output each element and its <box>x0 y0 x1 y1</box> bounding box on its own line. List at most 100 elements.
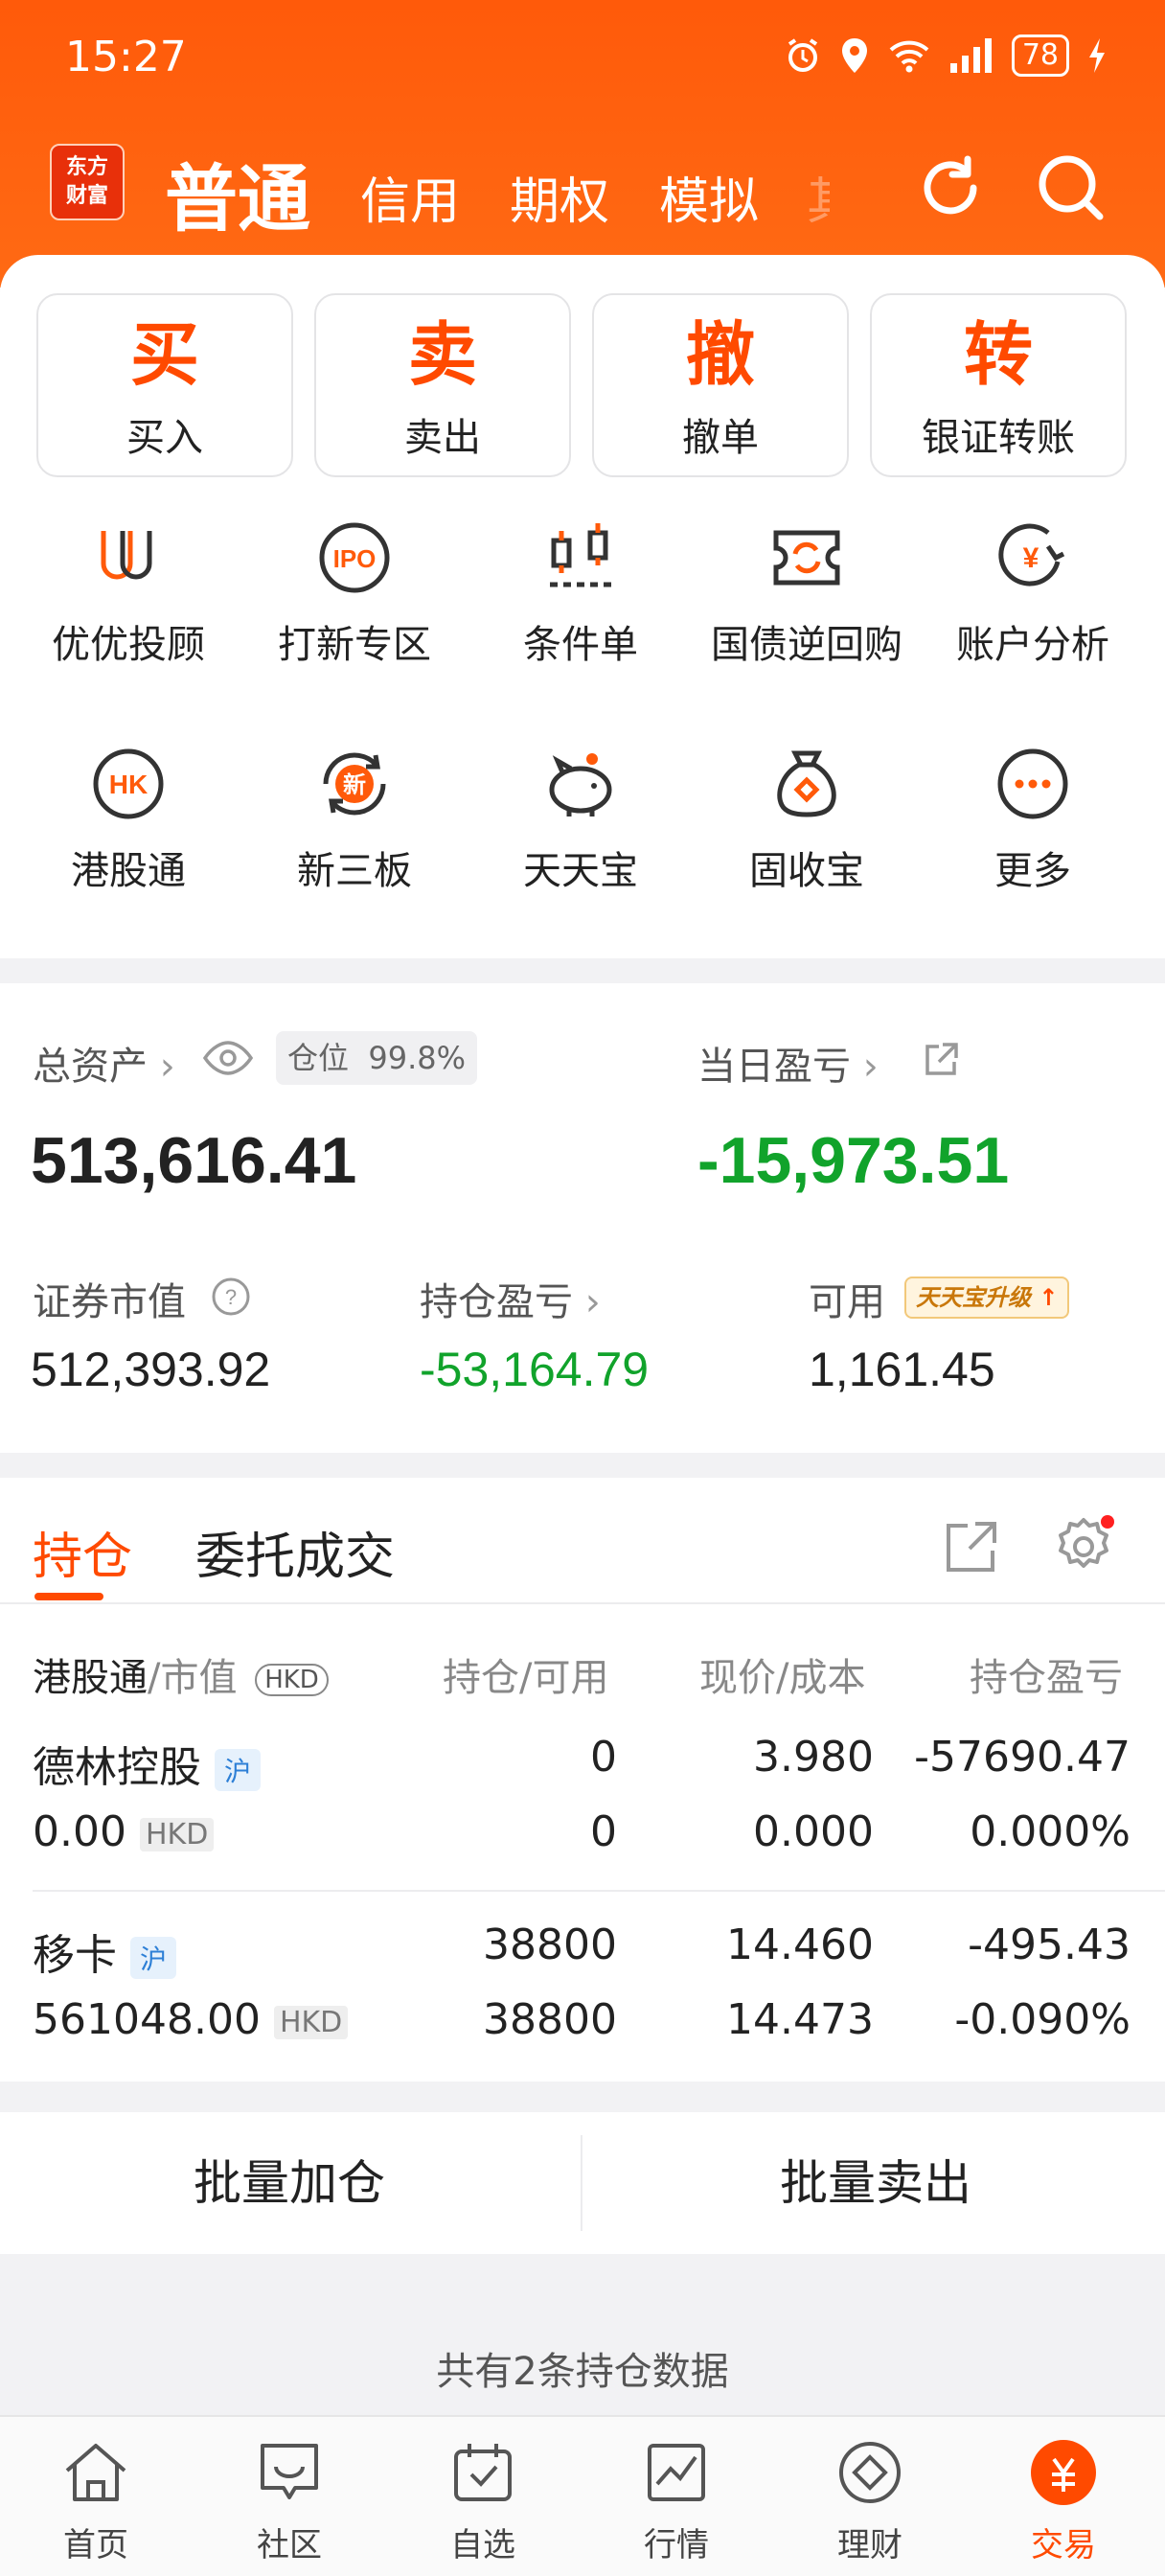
holdings-count-note: 共有2条持仓数据 <box>436 2350 729 2394</box>
settings-icon[interactable] <box>1052 1512 1115 1576</box>
market-badge: 沪 <box>215 1749 262 1791</box>
ipo-icon: IPO <box>319 522 390 593</box>
sell-button[interactable]: 卖 卖出 <box>314 293 571 477</box>
help-icon[interactable]: ? <box>211 1276 251 1317</box>
header-pl: 持仓盈亏 <box>970 1656 1123 1700</box>
cancel-label: 撤单 <box>682 416 759 460</box>
nav-label: 自选 <box>450 2526 515 2564</box>
refresh-icon[interactable] <box>912 150 989 226</box>
table-row[interactable]: 移卡沪 561048.00 HKD 38800 38800 14.460 14.… <box>0 1907 1165 2078</box>
grid-item-condition-order[interactable]: 条件单 <box>466 519 696 669</box>
cost-price: 0.000 <box>753 1807 874 1856</box>
daily-pl-link[interactable]: 当日盈亏 › <box>697 1035 879 1091</box>
market-icon <box>648 2444 705 2501</box>
table-row[interactable]: 德林控股沪 0.00 HKD 0 0 3.980 0.000 -57690.47… <box>0 1719 1165 1907</box>
nav-trade[interactable]: 交易 <box>968 2436 1159 2565</box>
transfer-glyph: 转 <box>963 314 1033 395</box>
nav-label: 交易 <box>1031 2526 1096 2564</box>
grid-label: 固收宝 <box>749 849 864 893</box>
grid-item-more[interactable]: 更多 <box>918 746 1148 895</box>
nav-label: 社区 <box>257 2526 322 2564</box>
nav-community[interactable]: 社区 <box>194 2436 385 2565</box>
external-link-icon[interactable] <box>922 1041 960 1079</box>
position-label: 仓位 <box>287 1040 350 1076</box>
daily-pl-label: 当日盈亏 <box>697 1045 851 1089</box>
status-time: 15:27 <box>65 33 187 81</box>
nav-watchlist[interactable]: 自选 <box>387 2436 579 2565</box>
svg-text:HK: HK <box>109 770 148 799</box>
available-label: 可用 <box>809 1280 885 1324</box>
tab-holdings[interactable]: 持仓 <box>33 1516 132 1588</box>
grid-item-neeq[interactable]: 新 新三板 <box>240 746 469 895</box>
eye-icon[interactable] <box>201 1039 255 1077</box>
grid-item-gushoubao[interactable]: 固收宝 <box>692 746 922 895</box>
search-icon[interactable] <box>1033 150 1109 226</box>
total-assets-label: 总资产 <box>33 1045 148 1089</box>
qty: 0 <box>590 1733 617 1782</box>
tab-credit[interactable]: 信用 <box>360 161 460 233</box>
currency-toggle[interactable]: HKD <box>255 1664 329 1696</box>
nav-label: 行情 <box>644 2526 709 2564</box>
condition-order-icon <box>550 523 611 587</box>
holding-pl-link[interactable]: 持仓盈亏 › <box>420 1271 601 1326</box>
holding-pl-pct: 0.000% <box>970 1807 1131 1856</box>
bank-transfer-button[interactable]: 转 银证转账 <box>870 293 1127 477</box>
grid-label: 港股通 <box>71 849 186 893</box>
wealth-icon <box>839 2442 901 2503</box>
market-value-text: 0.00 <box>33 1807 126 1856</box>
holding-pl: -495.43 <box>968 1920 1131 1969</box>
svg-text:IPO: IPO <box>333 544 377 573</box>
cancel-order-button[interactable]: 撤 撤单 <box>592 293 849 477</box>
total-assets-link[interactable]: 总资产 › <box>33 1035 175 1091</box>
share-icon[interactable] <box>943 1518 1000 1576</box>
total-assets-value: 513,616.41 <box>31 1124 357 1197</box>
status-icons: 78 <box>784 34 1108 77</box>
currency-badge: HKD <box>273 2005 349 2039</box>
header-name: 港股通/市值 HKD <box>33 1646 329 1702</box>
nav-wealth[interactable]: 理财 <box>774 2436 966 2565</box>
tab-options[interactable]: 期权 <box>510 161 609 233</box>
app-header: 15:27 78 东方 财富 普通 信用 期权 模拟 其 <box>0 0 1165 288</box>
wifi-icon <box>889 40 929 73</box>
holding-pl: -57690.47 <box>914 1733 1131 1782</box>
bulk-sell-button[interactable]: 批量卖出 <box>586 2112 1165 2254</box>
grid-item-reverse-repo[interactable]: 国债逆回购 <box>692 519 922 669</box>
nav-home[interactable]: 首页 <box>0 2436 192 2565</box>
buy-button[interactable]: 买 买入 <box>36 293 293 477</box>
currency-badge: HKD <box>139 1817 215 1852</box>
grid-item-uu-advisor[interactable]: 优优投顾 <box>13 519 243 669</box>
home-icon <box>65 2444 126 2501</box>
logo-text-2: 财富 <box>65 184 108 208</box>
stock-name: 移卡沪 <box>33 1920 177 1982</box>
grid-item-ipo[interactable]: IPO 打新专区 <box>240 519 469 669</box>
grid-label: 新三板 <box>297 849 412 893</box>
tab-simulation[interactable]: 模拟 <box>659 161 759 233</box>
signal-icon <box>949 38 992 73</box>
nav-market[interactable]: 行情 <box>581 2436 772 2565</box>
available-value: 1,161.45 <box>809 1343 995 1396</box>
position-value: 99.8% <box>368 1040 467 1076</box>
active-tab-indicator <box>34 1593 103 1600</box>
bottom-nav: 首页 社区 自选 行情 理财 交易 <box>0 2415 1165 2576</box>
svg-text:新: 新 <box>343 771 366 798</box>
grid-label: 国债逆回购 <box>711 623 902 667</box>
logo-text-1: 东方 <box>65 155 108 179</box>
upgrade-badge[interactable]: 天天宝升级 ↑ <box>904 1276 1070 1319</box>
hk-connect-icon: HK <box>93 748 164 819</box>
grid-item-hk-connect[interactable]: HK 港股通 <box>13 746 243 895</box>
holding-pl-label: 持仓盈亏 <box>420 1280 573 1324</box>
assets-panel: 总资产 › 仓位 99.8% 513,616.41 当日盈亏 › -15,973… <box>0 983 1165 1453</box>
bulk-divider <box>581 2135 582 2231</box>
market-value-label: 证券市值 <box>33 1280 186 1324</box>
grid-item-tiantianbao[interactable]: 天天宝 <box>466 746 696 895</box>
tab-normal[interactable]: 普通 <box>165 140 310 245</box>
market-value: 512,393.92 <box>31 1343 271 1396</box>
watchlist-icon <box>454 2444 512 2501</box>
tab-orders-trades[interactable]: 委托成交 <box>195 1516 395 1588</box>
tab-other[interactable]: 其 <box>807 161 830 233</box>
cost-price: 14.473 <box>726 1995 874 2044</box>
available-qty: 38800 <box>483 1995 617 2044</box>
bulk-add-button[interactable]: 批量加仓 <box>0 2112 579 2254</box>
uu-advisor-icon <box>101 531 152 580</box>
grid-item-account-analysis[interactable]: ¥ 账户分析 <box>918 519 1148 669</box>
